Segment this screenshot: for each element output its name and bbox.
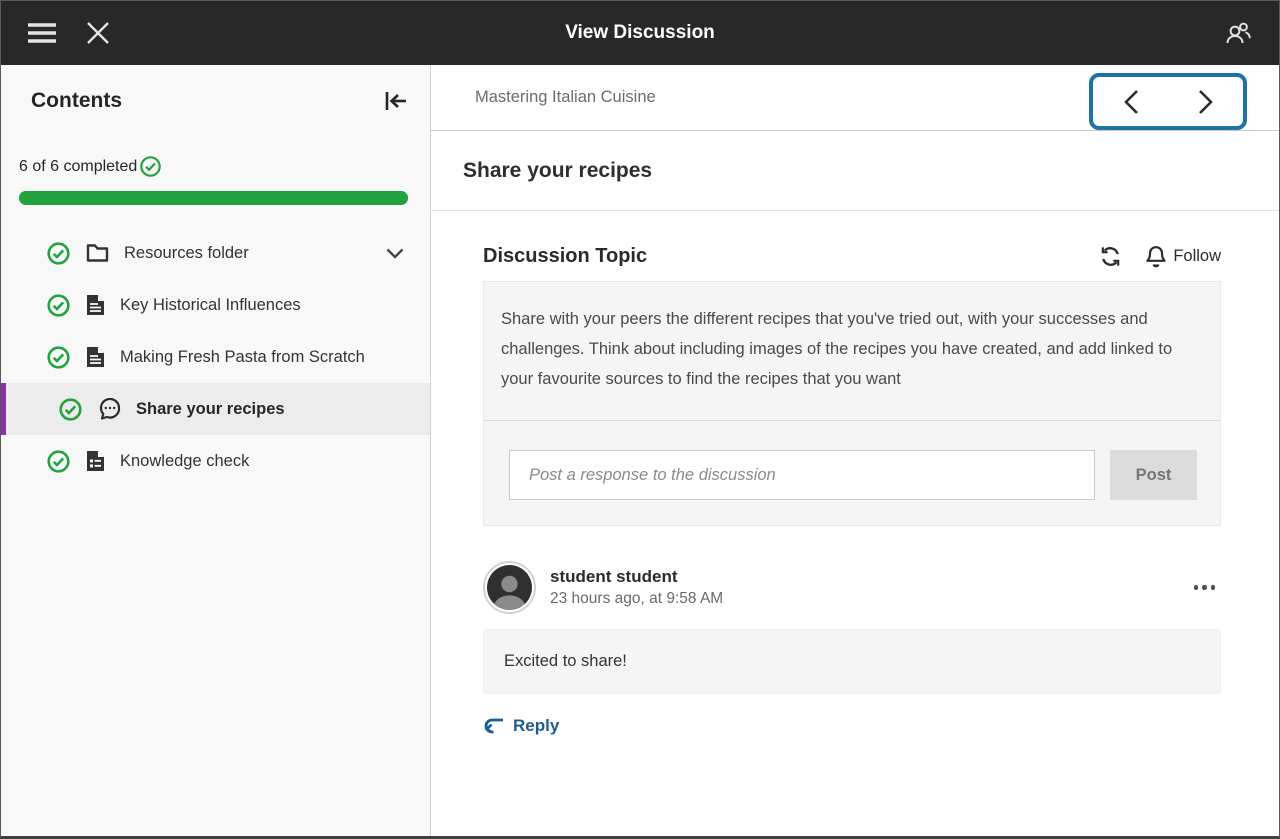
discussion-content: Discussion Topic <box>431 211 1279 836</box>
completed-check-icon <box>46 449 71 474</box>
post-timestamp: 23 hours ago, at 9:58 AM <box>550 590 723 608</box>
response-row: Post <box>484 420 1220 525</box>
post-button[interactable]: Post <box>1110 450 1197 500</box>
completed-check-icon <box>46 293 71 318</box>
contents-list: Resources folder Key Historical Influenc… <box>1 227 430 487</box>
follow-label: Follow <box>1173 247 1221 266</box>
discussion-bubble-icon <box>98 398 121 420</box>
discussion-topic-panel: Share with your peers the different reci… <box>483 281 1221 526</box>
content-title-row: Share your recipes <box>431 131 1279 211</box>
next-content-button[interactable] <box>1168 77 1243 126</box>
sidebar-title: Contents <box>31 89 122 113</box>
sidebar-item-label: Share your recipes <box>136 400 285 419</box>
contents-sidebar: Contents 6 of 6 completed <box>1 65 431 836</box>
sidebar-item-knowledge-check[interactable]: Knowledge check <box>1 435 430 487</box>
post-body: Excited to share! <box>483 629 1221 694</box>
page-header-title: View Discussion <box>565 22 715 44</box>
completed-check-icon <box>46 345 71 370</box>
content-pager-highlighted <box>1089 73 1247 130</box>
sidebar-item-label: Making Fresh Pasta from Scratch <box>120 348 365 367</box>
sidebar-item-label: Knowledge check <box>120 452 249 471</box>
collapse-panel-icon[interactable] <box>384 90 408 112</box>
sidebar-item-label: Resources folder <box>124 244 249 263</box>
folder-icon <box>86 243 109 263</box>
view-discussion-window: View Discussion Contents <box>0 0 1280 839</box>
hamburger-menu-icon[interactable] <box>25 16 59 50</box>
breadcrumb[interactable]: Mastering Italian Cuisine <box>475 88 656 107</box>
reply-arrow-icon <box>483 718 505 735</box>
reply-button[interactable]: Reply <box>483 716 559 736</box>
completed-check-icon <box>139 155 162 178</box>
avatar[interactable] <box>483 561 536 614</box>
people-icon[interactable] <box>1221 16 1255 50</box>
progress-label: 6 of 6 completed <box>19 158 137 176</box>
course-progress: 6 of 6 completed <box>1 113 430 205</box>
main-panel: Mastering Italian Cuisine Share your rec… <box>431 65 1279 836</box>
chevron-down-icon[interactable] <box>386 248 404 259</box>
sidebar-item-label: Key Historical Influences <box>120 296 301 315</box>
discussion-topic-body: Share with your peers the different reci… <box>484 282 1220 420</box>
quiz-document-icon <box>86 450 105 472</box>
sidebar-item-making-fresh-pasta[interactable]: Making Fresh Pasta from Scratch <box>1 331 430 383</box>
bell-icon <box>1146 245 1166 268</box>
sidebar-item-key-historical-influences[interactable]: Key Historical Influences <box>1 279 430 331</box>
discussion-topic-title: Discussion Topic <box>483 245 647 268</box>
document-icon <box>86 346 105 368</box>
reply-label: Reply <box>513 716 559 736</box>
sidebar-item-resources-folder[interactable]: Resources folder <box>1 227 430 279</box>
follow-button[interactable]: Follow <box>1146 245 1221 268</box>
close-icon[interactable] <box>81 16 115 50</box>
previous-content-button[interactable] <box>1093 77 1168 126</box>
document-icon <box>86 294 105 316</box>
refresh-icon[interactable] <box>1099 245 1122 268</box>
topbar: View Discussion <box>1 1 1279 65</box>
kebab-menu-icon[interactable] <box>1188 575 1222 600</box>
completed-check-icon <box>58 397 83 422</box>
page-title: Share your recipes <box>463 159 652 183</box>
sidebar-item-share-your-recipes[interactable]: Share your recipes <box>1 383 430 435</box>
progress-bar <box>19 191 408 205</box>
discussion-header: Discussion Topic <box>483 245 1221 268</box>
post-author: student student <box>550 567 723 587</box>
completed-check-icon <box>46 241 71 266</box>
response-input[interactable] <box>509 450 1095 500</box>
post-header: student student 23 hours ago, at 9:58 AM <box>483 561 1221 614</box>
